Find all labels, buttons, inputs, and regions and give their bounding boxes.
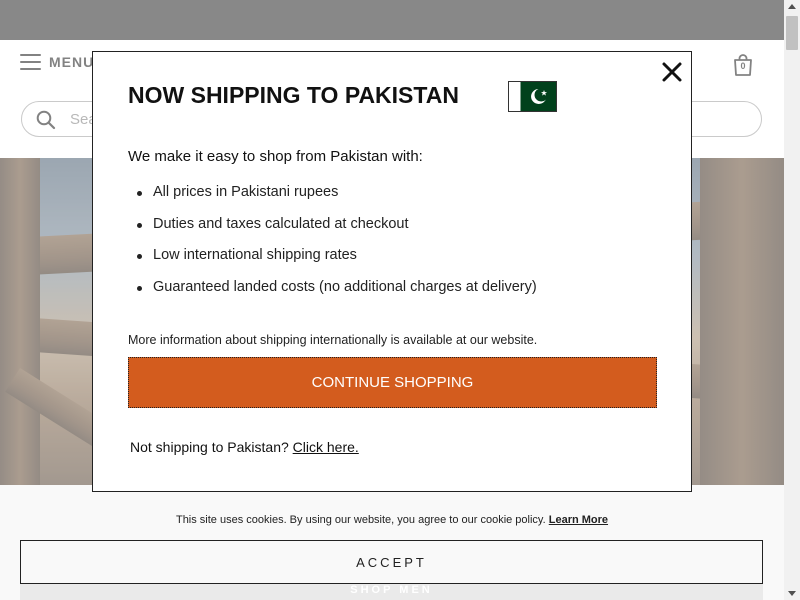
accept-cookies-button[interactable]: ACCEPT [20,540,763,584]
benefit-text: Guaranteed landed costs (no additional c… [153,278,537,295]
learn-more-link[interactable]: Learn More [549,514,608,526]
modal-intro: We make it easy to shop from Pakistan wi… [128,148,423,165]
list-item: Duties and taxes calculated at checkout [128,216,668,248]
continue-shopping-button[interactable]: CONTINUE SHOPPING [128,357,657,408]
benefit-text: All prices in Pakistani rupees [153,184,339,200]
list-item: All prices in Pakistani rupees [128,184,668,216]
cookie-banner-text: This site uses cookies. By using our web… [0,514,784,526]
close-icon[interactable] [660,60,684,84]
scroll-up-arrow-icon[interactable] [784,0,800,14]
benefit-text: Duties and taxes calculated at checkout [153,215,409,232]
scroll-down-arrow-icon[interactable] [784,586,800,600]
not-shipping-row: Not shipping to Pakistan? Click here. [130,439,359,455]
shipping-modal: NOW SHIPPING TO PAKISTAN We make it easy… [92,51,692,492]
list-item: Low international shipping rates [128,247,668,279]
scrollbar[interactable] [784,0,800,600]
pakistan-flag-icon [508,81,557,112]
benefit-text: Low international shipping rates [153,247,357,263]
modal-title: NOW SHIPPING TO PAKISTAN [128,82,459,108]
click-here-link[interactable]: Click here. [293,439,359,455]
scrollbar-thumb[interactable] [786,16,798,50]
not-shipping-text: Not shipping to Pakistan? [130,439,289,455]
cookie-message: This site uses cookies. By using our web… [175,514,546,526]
benefits-list: All prices in Pakistani rupees Duties an… [128,184,668,310]
shipping-info-text: More information about shipping internat… [128,333,538,347]
list-item: Guaranteed landed costs (no additional c… [128,279,668,311]
